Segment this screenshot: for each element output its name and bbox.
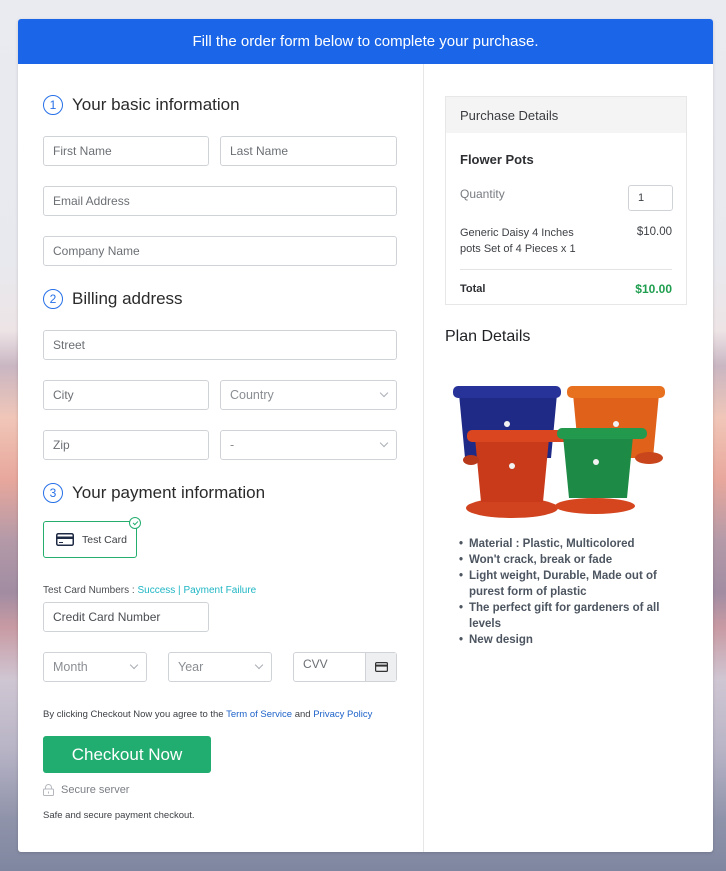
order-summary: Purchase Details Flower Pots Quantity 1 … [424,64,713,852]
safe-checkout-text: Safe and secure payment checkout. [43,810,195,821]
city-input[interactable]: City [43,380,209,410]
placeholder: Last Name [230,144,289,158]
placeholder: CVV [303,657,328,671]
quantity-input[interactable]: 1 [628,185,673,211]
test-card-option[interactable]: Test Card [43,517,141,558]
feature-item: Material : Plastic, Multicolored [459,536,689,552]
cvv-card-icon-box [365,653,396,681]
test-card-label: Test Card [82,533,127,546]
test-numbers-label: Test Card Numbers : [43,585,138,596]
section-title: Your payment information [72,483,266,502]
quantity-label: Quantity [460,187,505,201]
chevron-down-icon [129,660,139,670]
check-icon [129,517,141,529]
feature-item: New design [459,632,689,648]
secure-server: Secure server [43,784,129,796]
placeholder: Street [53,338,86,352]
section-billing: 2 Billing address [43,289,183,309]
item-description-line: pots Set of 4 Pieces x 1 [460,243,576,255]
year-select[interactable]: Year [168,652,272,682]
lock-icon [43,784,54,796]
plan-features-list: Material : Plastic, Multicolored Won't c… [459,536,689,648]
secure-server-label: Secure server [61,784,130,796]
terms-middle: and [292,709,314,720]
placeholder: Company Name [53,244,140,258]
last-name-input[interactable]: Last Name [220,136,397,166]
credit-card-icon [374,662,388,672]
email-input[interactable]: Email Address [43,186,397,216]
item-description-line: Generic Daisy 4 Inches [460,227,574,239]
total-value: $10.00 [635,282,672,296]
section-title: Billing address [72,289,183,308]
selected-value: - [230,438,235,452]
test-card-numbers: Test Card Numbers : Success | Payment Fa… [43,585,256,596]
feature-item: Won't crack, break or fade [459,552,689,568]
step-number-3: 3 [43,483,63,503]
selected-value: Month [53,660,88,674]
street-input[interactable]: Street [43,330,397,360]
placeholder: Email Address [53,194,130,208]
first-name-input[interactable]: First Name [43,136,209,166]
state-select[interactable]: - [220,430,397,460]
section-title: Your basic information [72,95,240,114]
checkout-now-button[interactable]: Checkout Now [43,736,211,773]
credit-card-icon [56,533,74,546]
red-pot [463,430,571,518]
month-select[interactable]: Month [43,652,147,682]
section-basic-info: 1 Your basic information [43,95,240,115]
card-number-input[interactable]: Credit Card Number [43,602,209,632]
country-select[interactable]: Country [220,380,397,410]
header-banner: Fill the order form below to complete yo… [18,19,713,64]
success-link[interactable]: Success [137,585,175,596]
quantity-value: 1 [638,192,645,204]
selected-value: Country [230,388,274,402]
cvv-input[interactable]: CVV [293,652,397,682]
order-form-card: Fill the order form below to complete yo… [18,19,713,852]
plan-details-title: Plan Details [445,328,531,345]
terms-prefix: By clicking Checkout Now you agree to th… [43,709,227,720]
chevron-down-icon [379,438,389,448]
selected-value: Year [178,660,204,674]
product-name: Flower Pots [460,152,534,167]
placeholder: Zip [53,438,70,452]
chevron-down-icon [254,660,264,670]
section-payment: 3 Your payment information [43,483,265,503]
item-description: Generic Daisy 4 Inches pots Set of 4 Pie… [460,225,576,257]
purchase-details-box: Purchase Details Flower Pots Quantity 1 … [445,96,687,305]
divider [460,269,672,270]
zip-input[interactable]: Zip [43,430,209,460]
terms-text: By clicking Checkout Now you agree to th… [43,709,372,720]
banner-text: Fill the order form below to complete yo… [192,33,539,50]
placeholder: Credit Card Number [53,610,161,624]
feature-item: The perfect gift for gardeners of all le… [459,600,689,632]
step-number-1: 1 [43,95,63,115]
terms-of-service-link[interactable]: Term of Service [226,709,292,720]
feature-item: Light weight, Durable, Made out of pures… [459,568,689,600]
purchase-details-header: Purchase Details [446,97,686,133]
flower-pots-image [453,386,665,518]
total-label: Total [460,283,486,295]
item-price: $10.00 [636,226,672,238]
placeholder: City [53,388,74,402]
order-form: 1 Your basic information First Name Last… [18,64,424,852]
payment-failure-link[interactable]: Payment Failure [183,585,256,596]
privacy-policy-link[interactable]: Privacy Policy [313,709,372,720]
step-number-2: 2 [43,289,63,309]
chevron-down-icon [379,388,389,398]
company-name-input[interactable]: Company Name [43,236,397,266]
placeholder: First Name [53,144,112,158]
